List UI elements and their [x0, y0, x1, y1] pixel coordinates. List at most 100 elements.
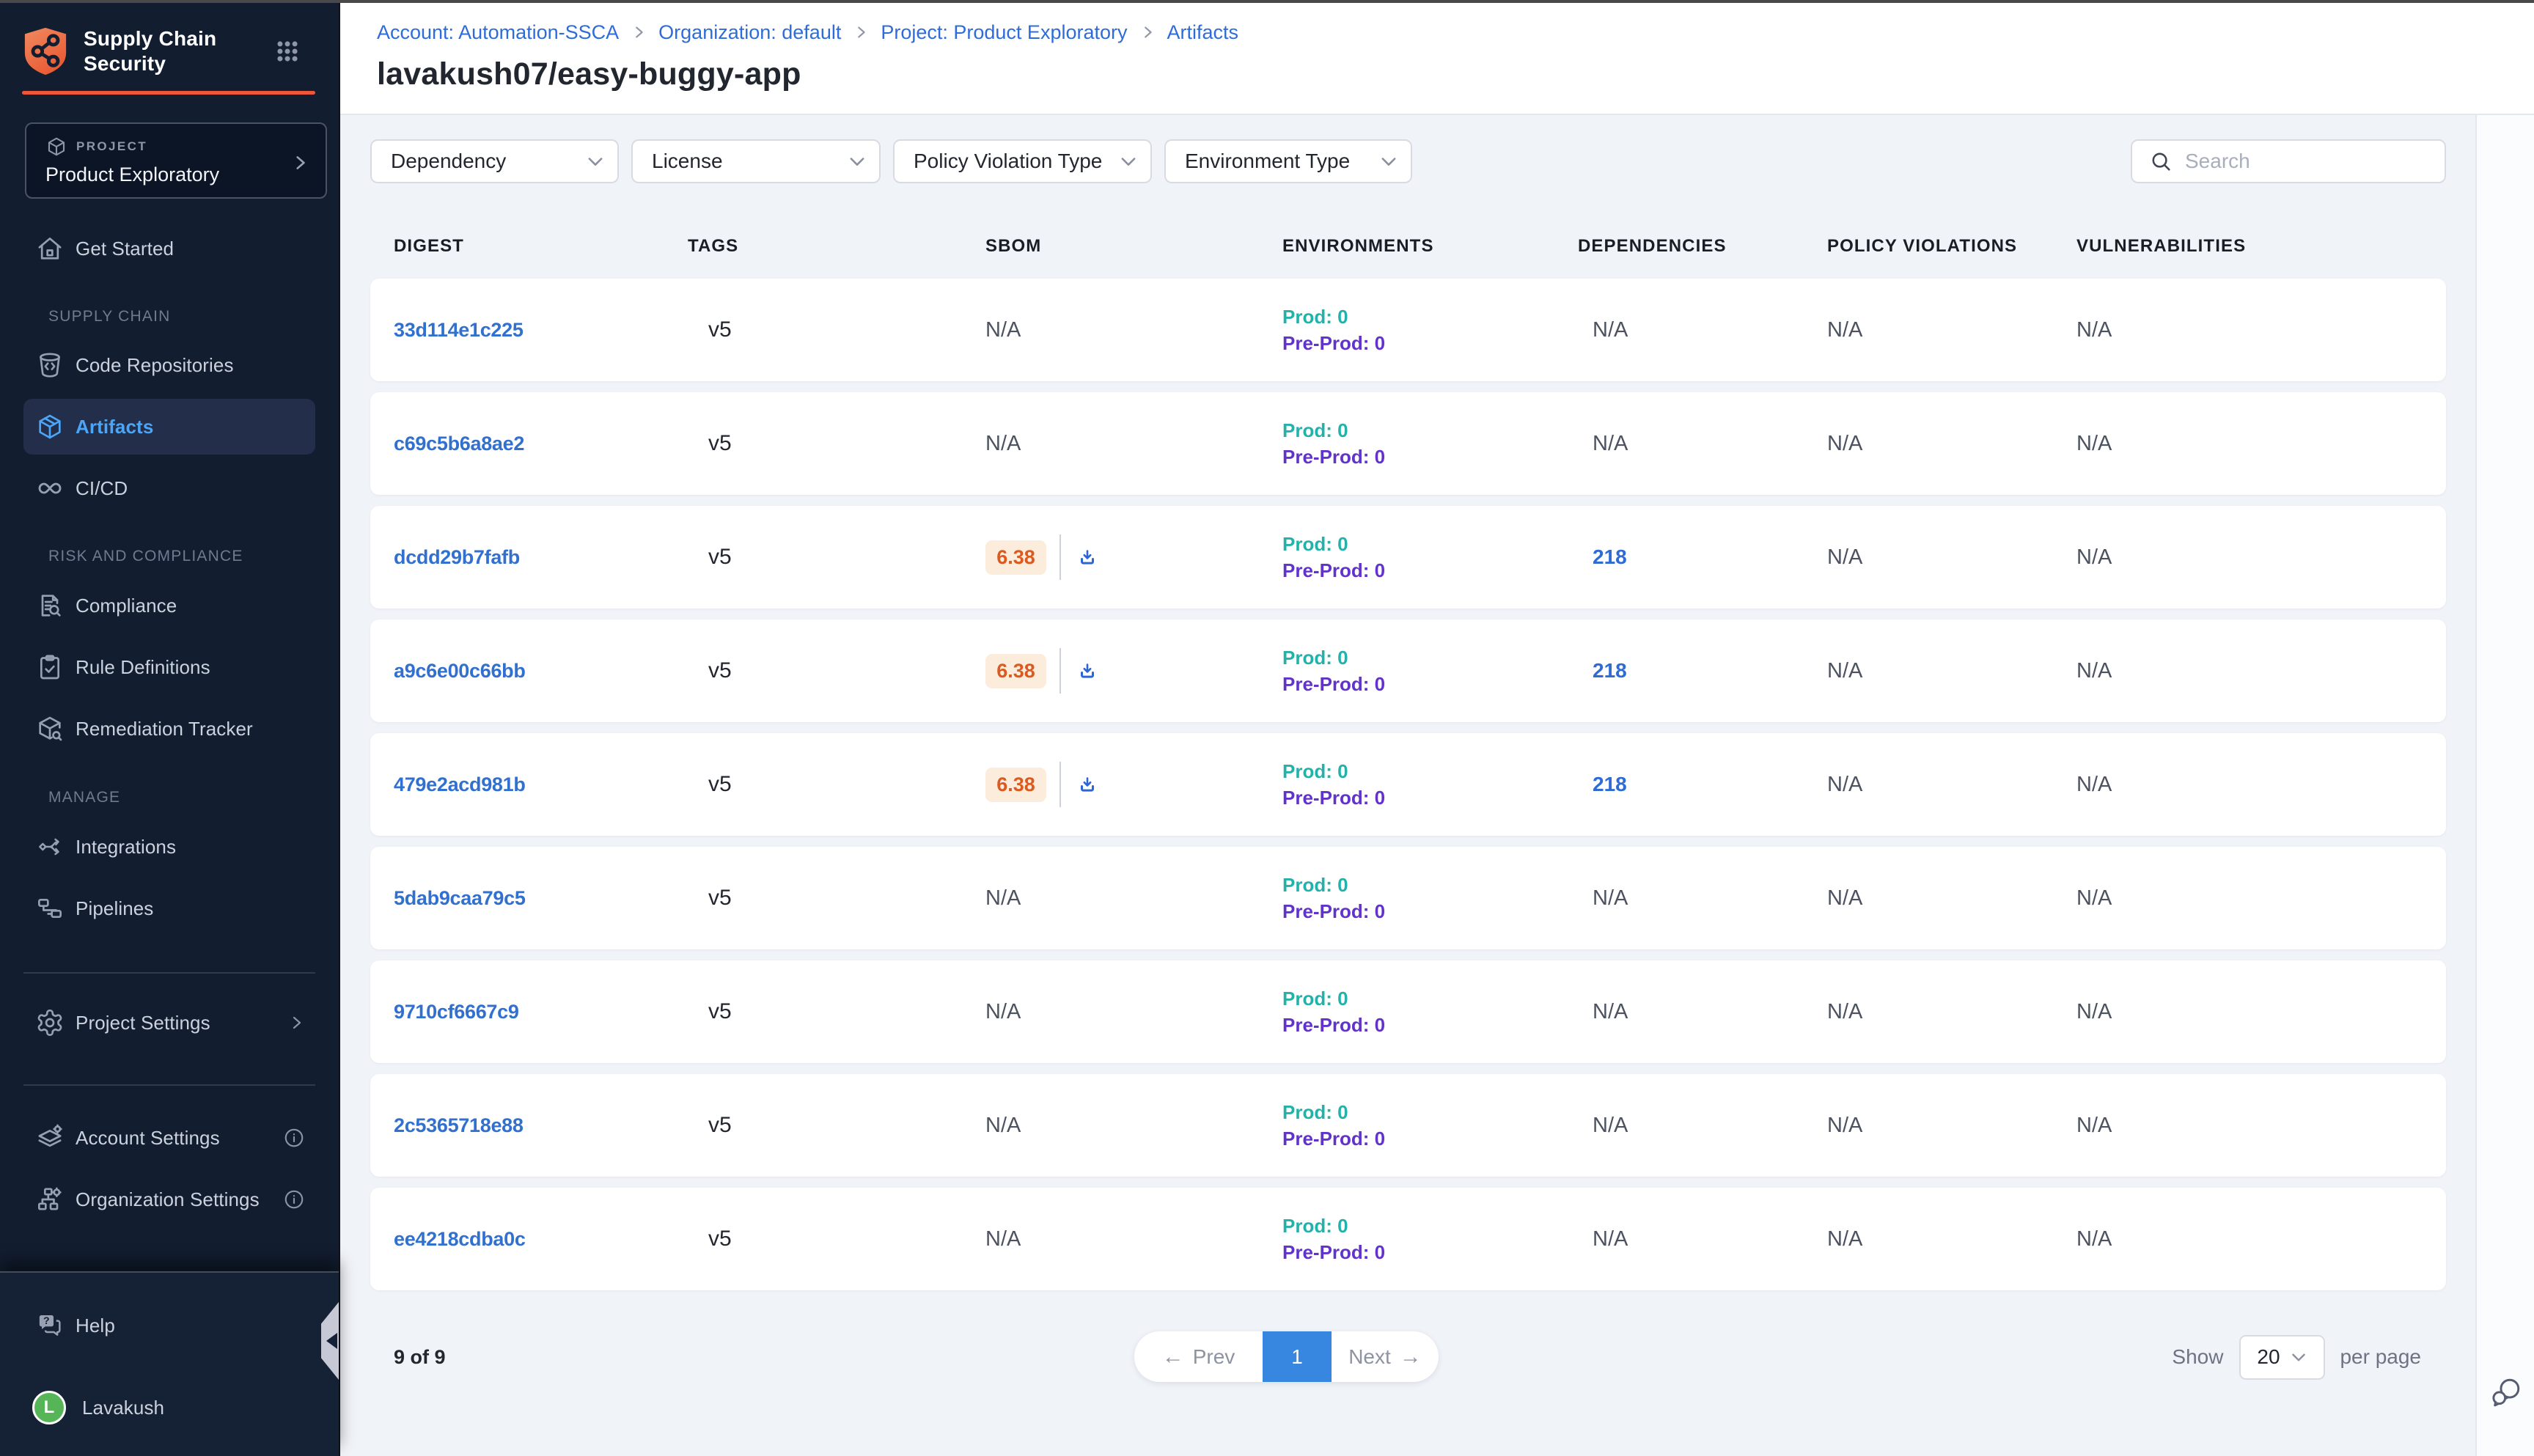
download-icon	[1079, 775, 1096, 794]
vulnerabilities-value: N/A	[2076, 1114, 2446, 1138]
environments-cell: Prod: 0 Pre-Prod: 0	[1282, 1213, 1578, 1265]
dependencies-cell: N/A	[1578, 1000, 1827, 1024]
sidebar-item-help[interactable]: ? Help	[23, 1298, 315, 1353]
digest-link[interactable]: 33d114e1c225	[394, 319, 524, 341]
vulnerabilities-value: N/A	[2076, 773, 2446, 797]
sidebar-item-integrations[interactable]: Integrations	[23, 819, 315, 875]
table-row[interactable]: ee4218cdba0c v5 N/A Prod: 0 Pre-Prod: 0 …	[370, 1188, 2446, 1290]
window-top-edge	[0, 0, 2534, 3]
env-preprod: Pre-Prod: 0	[1282, 784, 1578, 811]
sidebar-nav: Get Started SUPPLY CHAIN Code Repositori…	[0, 199, 339, 1456]
collapse-left-icon	[326, 1333, 337, 1349]
table-row[interactable]: a9c6e00c66bb v5 6.38 Prod: 0 Pre-Prod: 0…	[370, 619, 2446, 722]
filter-dependency[interactable]: Dependency	[370, 139, 619, 183]
filter-environment-type[interactable]: Environment Type	[1164, 139, 1412, 183]
digest-link[interactable]: 2c5365718e88	[394, 1114, 524, 1136]
next-button[interactable]: Next→	[1332, 1331, 1439, 1382]
table-row[interactable]: 5dab9caa79c5 v5 N/A Prod: 0 Pre-Prod: 0 …	[370, 847, 2446, 949]
sidebar-item-remediation-tracker[interactable]: Remediation Tracker	[23, 701, 315, 757]
column-header-policy-violations: POLICY VIOLATIONS	[1827, 236, 2076, 257]
dependencies-value: N/A	[1593, 318, 1628, 342]
digest-link[interactable]: 5dab9caa79c5	[394, 887, 526, 909]
env-preprod: Pre-Prod: 0	[1282, 671, 1578, 697]
sidebar-item-label: Help	[76, 1315, 115, 1337]
info-icon[interactable]	[283, 1188, 305, 1210]
sidebar-item-get-started[interactable]: Get Started	[23, 221, 315, 276]
table-row[interactable]: 33d114e1c225 v5 N/A Prod: 0 Pre-Prod: 0 …	[370, 279, 2446, 381]
breadcrumb-project[interactable]: Project: Product Exploratory	[881, 19, 1127, 45]
page-1-button[interactable]: 1	[1263, 1331, 1332, 1382]
env-prod: Prod: 0	[1282, 985, 1578, 1012]
vulnerabilities-value: N/A	[2076, 318, 2446, 342]
digest-link[interactable]: a9c6e00c66bb	[394, 660, 526, 682]
digest-link[interactable]: 479e2acd981b	[394, 773, 526, 795]
product-title: Supply Chain Security	[84, 26, 277, 76]
dependencies-link[interactable]: 218	[1593, 659, 1627, 682]
project-cube-icon	[45, 136, 67, 158]
breadcrumb-artifacts[interactable]: Artifacts	[1167, 19, 1239, 45]
sidebar-footer: ? Help L Lavakush	[0, 1271, 339, 1456]
sidebar-item-label: Code Repositories	[76, 354, 234, 377]
filter-policy-violation-type[interactable]: Policy Violation Type	[893, 139, 1152, 183]
sbom-divider	[1059, 762, 1061, 807]
arrow-right-icon: →	[1400, 1346, 1422, 1368]
user-name: Lavakush	[82, 1397, 164, 1419]
sidebar-item-artifacts[interactable]: Artifacts	[23, 399, 315, 455]
dependencies-cell: 218	[1578, 659, 1827, 683]
prev-button[interactable]: ←Prev	[1134, 1331, 1263, 1382]
search-input[interactable]	[2185, 150, 2450, 173]
help-chat-icon: ?	[35, 1311, 65, 1340]
sbom-download-button[interactable]	[1079, 661, 1096, 680]
sidebar-item-rule-definitions[interactable]: Rule Definitions	[23, 639, 315, 695]
sidebar-item-code-repositories[interactable]: Code Repositories	[23, 337, 315, 393]
sidebar-divider	[23, 972, 315, 974]
page-size-select[interactable]: 20	[2239, 1335, 2325, 1380]
digest-link[interactable]: c69c5b6a8ae2	[394, 433, 524, 455]
dependencies-link[interactable]: 218	[1593, 773, 1627, 795]
breadcrumb-account[interactable]: Account: Automation-SSCA	[377, 19, 619, 45]
digest-link[interactable]: ee4218cdba0c	[394, 1228, 526, 1250]
digest-link[interactable]: 9710cf6667c9	[394, 1001, 519, 1023]
sbom-download-button[interactable]	[1079, 775, 1096, 794]
sidebar-item-account-settings[interactable]: Account Settings	[23, 1110, 315, 1166]
vulnerabilities-value: N/A	[2076, 432, 2446, 456]
sidebar-item-project-settings[interactable]: Project Settings	[23, 995, 315, 1051]
module-switcher-icon[interactable]	[277, 40, 298, 63]
sbom-cell: N/A	[985, 1227, 1282, 1251]
info-icon[interactable]	[283, 1127, 305, 1149]
digest-link[interactable]: dcdd29b7fafb	[394, 546, 520, 568]
dependencies-link[interactable]: 218	[1593, 545, 1627, 568]
filter-license[interactable]: License	[631, 139, 881, 183]
policy-violations-value: N/A	[1827, 318, 2076, 342]
tag-value: v5	[688, 1113, 985, 1138]
chevron-down-icon	[1378, 151, 1399, 172]
column-header-environments: ENVIRONMENTS	[1282, 236, 1578, 257]
breadcrumb-organization[interactable]: Organization: default	[658, 19, 841, 45]
sbom-download-button[interactable]	[1079, 548, 1096, 567]
sidebar-item-organization-settings[interactable]: Organization Settings	[23, 1172, 315, 1227]
project-selector[interactable]: PROJECT Product Exploratory	[25, 122, 327, 199]
environments-cell: Prod: 0 Pre-Prod: 0	[1282, 531, 1578, 584]
user-menu[interactable]: L Lavakush	[23, 1380, 315, 1435]
infinity-icon	[35, 474, 65, 503]
dependencies-cell: N/A	[1578, 1114, 1827, 1138]
supply-chain-security-logo-icon	[22, 26, 69, 76]
sidebar-item-pipelines[interactable]: Pipelines	[23, 880, 315, 936]
table-row[interactable]: 479e2acd981b v5 6.38 Prod: 0 Pre-Prod: 0…	[370, 733, 2446, 836]
filter-label: Policy Violation Type	[914, 150, 1106, 173]
pagination-row: 9 of 9 ←Prev 1 Next→ Show 20 per page	[370, 1331, 2446, 1383]
dependencies-cell: N/A	[1578, 318, 1827, 342]
table-row[interactable]: 9710cf6667c9 v5 N/A Prod: 0 Pre-Prod: 0 …	[370, 960, 2446, 1063]
sidebar-item-cicd[interactable]: CI/CD	[23, 460, 315, 516]
column-header-digest: DIGEST	[394, 236, 688, 257]
table-row[interactable]: c69c5b6a8ae2 v5 N/A Prod: 0 Pre-Prod: 0 …	[370, 392, 2446, 495]
vulnerabilities-value: N/A	[2076, 886, 2446, 911]
env-preprod: Pre-Prod: 0	[1282, 557, 1578, 584]
sidebar-item-compliance[interactable]: Compliance	[23, 578, 315, 633]
show-label: Show	[2172, 1345, 2223, 1369]
tag-value: v5	[688, 545, 985, 570]
env-prod: Prod: 0	[1282, 872, 1578, 898]
table-row[interactable]: dcdd29b7fafb v5 6.38 Prod: 0 Pre-Prod: 0…	[370, 506, 2446, 608]
chat-help-icon[interactable]	[2489, 1375, 2522, 1408]
table-row[interactable]: 2c5365718e88 v5 N/A Prod: 0 Pre-Prod: 0 …	[370, 1074, 2446, 1177]
